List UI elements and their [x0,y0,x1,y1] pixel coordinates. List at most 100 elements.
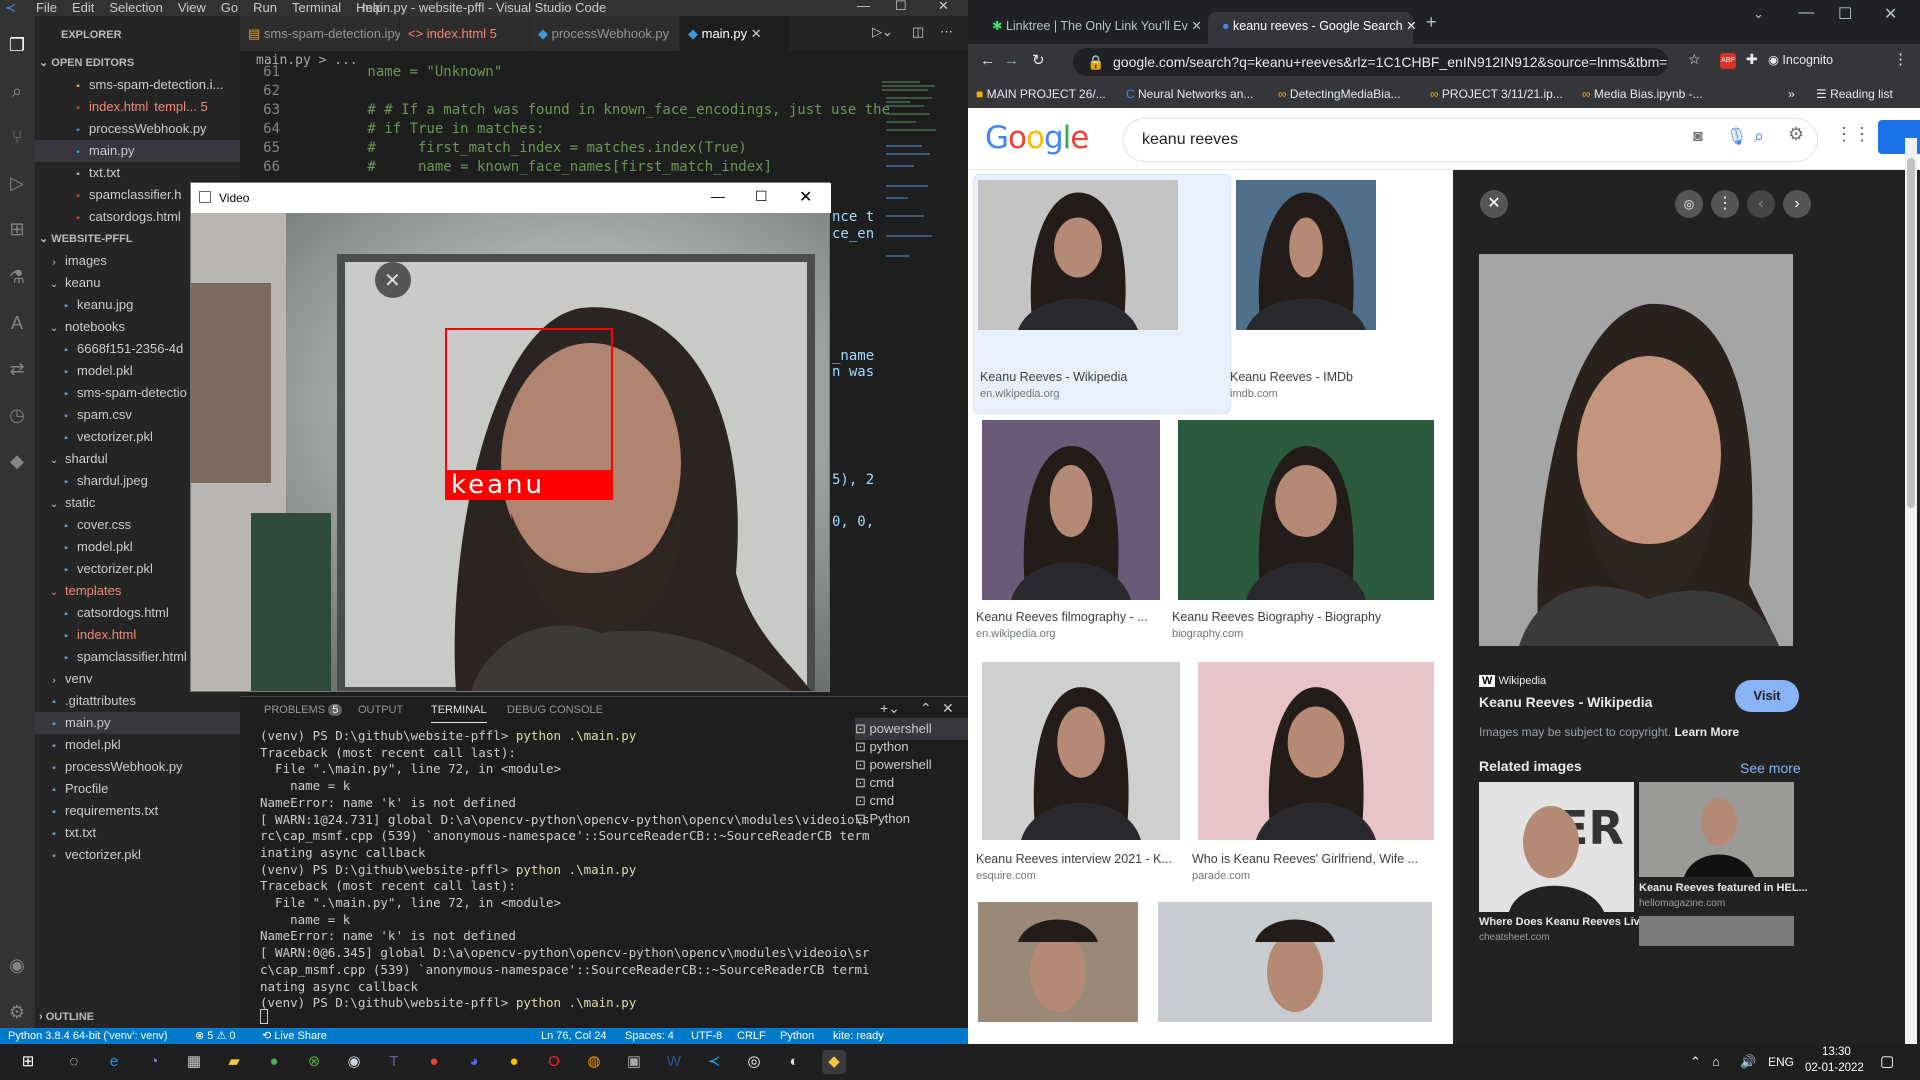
address-bar[interactable]: 🔒 google.com/search?q=keanu+reeves&rlz=1… [1073,48,1668,76]
result-image[interactable] [978,902,1138,1022]
clock-date[interactable]: 02-01-2022 [1805,1062,1864,1074]
chrome-menu-icon[interactable]: ⋮ [1893,50,1908,68]
tab-sms-spam-detection[interactable]: ▤ sms-spam-detection.ipynb [240,16,416,51]
tree-file[interactable]: ▪ Procfile [35,778,240,800]
timeline-icon[interactable]: ◷ [6,404,28,426]
code-line[interactable]: 63 # # If a match was found in known_fac… [240,101,890,120]
xbox-icon[interactable]: ⊗ [302,1050,326,1074]
github-icon[interactable]: ◎ [742,1050,766,1074]
tree-file[interactable]: ▪ model.pkl [35,734,240,756]
tree-file[interactable]: ▪ processWebhook.py [35,756,240,778]
bookmark-3[interactable]: ∞ PROJECT 3/11/21.ip... [1430,80,1563,108]
incognito-profile[interactable]: ◉ Incognito [1768,48,1833,72]
preview-title[interactable]: Keanu Reeves - Wikipedia [1479,694,1652,710]
vscode-icon[interactable]: ≺ [702,1050,726,1074]
maximize-button[interactable]: ☐ [755,188,768,205]
status-kite[interactable]: kite: ready [833,1028,884,1044]
result-image[interactable] [1178,420,1434,600]
code-line[interactable]: 65 # first_match_index = matches.index(T… [240,139,747,158]
more-options-icon[interactable]: ⋮ [1711,190,1739,218]
google-logo[interactable]: Google [985,120,1089,156]
edge-icon[interactable]: e [102,1050,126,1074]
more-bookmarks-icon[interactable]: » [1788,80,1795,108]
status-interpreter[interactable]: Python 3.8.4 64-bit ('venv': venv) [8,1028,168,1044]
minimize-button[interactable]: — [1798,4,1814,22]
close-preview-icon[interactable]: ✕ [1480,190,1508,218]
open-editor-item[interactable]: ▪ index.html templ... 5 [35,96,240,118]
related-image-1[interactable] [1639,782,1794,877]
reload-button[interactable]: ↻ [1032,51,1045,69]
windows-start-icon[interactable]: ⊞ [16,1050,40,1074]
tab-index-html[interactable]: <> index.html 5 [400,16,530,51]
tree-file[interactable]: ▪ requirements.txt [35,800,240,822]
status-problems[interactable]: ⊗ 5 ⚠ 0 [195,1028,235,1044]
tray-overflow-icon[interactable]: ⌃ [1690,1054,1701,1070]
teams-icon[interactable]: T [382,1050,406,1074]
forward-button[interactable]: → [1004,52,1019,69]
media-player-icon[interactable]: ▣ [622,1050,646,1074]
python-icon[interactable]: ◆ [6,450,28,472]
arc-icon[interactable]: ◔ [142,1050,166,1074]
status-encoding[interactable]: UTF-8 [691,1028,722,1044]
more-actions-icon[interactable]: ⋯ [940,24,953,40]
preview-source[interactable]: W Wikipedia [1479,675,1546,687]
page-scrollbar[interactable] [1905,138,1917,1044]
calculator-icon[interactable]: ▦ [182,1050,206,1074]
related-caption-1[interactable]: Keanu Reeves featured in HEL... [1639,882,1808,894]
related-caption-0[interactable]: Where Does Keanu Reeves Live... [1479,916,1655,928]
status-position[interactable]: Ln 76, Col 24 [541,1028,606,1044]
file-explorer-icon[interactable]: ▰ [222,1050,246,1074]
status-live-share[interactable]: ⟲ Live Share [262,1028,327,1044]
chrome-profile-icon[interactable]: ● [422,1050,446,1074]
testing-icon[interactable]: ⚗ [6,266,28,288]
status-eol[interactable]: CRLF [737,1028,766,1044]
bookmark-star-icon[interactable]: ☆ [1688,51,1701,68]
open-editor-item[interactable]: ▪ processWebhook.py [35,118,240,140]
preview-image[interactable] [1479,254,1793,646]
source-control-icon[interactable]: ⑂ [6,126,28,148]
word-icon[interactable]: W [662,1050,686,1074]
minimize-button[interactable]: — [857,0,870,13]
live-share-icon[interactable]: ⇄ [6,358,28,380]
visit-button[interactable]: Visit [1735,680,1799,712]
bookmark-0[interactable]: ■ MAIN PROJECT 26/... [976,80,1106,108]
result-caption[interactable]: Keanu Reeves interview 2021 - K... [976,852,1194,866]
tree-file[interactable]: ▪ .gitattributes [35,690,240,712]
result-caption[interactable]: Keanu Reeves - IMDb [1230,370,1390,384]
open-editor-item[interactable]: ▪ txt.txt [35,162,240,184]
bookmark-2[interactable]: ∞ DetectingMediaBia... [1278,80,1401,108]
extensions-icon[interactable]: ✚ [1746,51,1758,68]
run-file-icon[interactable]: ▷⌄ [872,24,893,40]
tab-process-webhook[interactable]: ◆ processWebhook.py [530,16,680,51]
search-input[interactable]: keanu reeves [1123,118,1818,162]
code-line[interactable]: 66 # name = known_face_names[first_match… [240,158,772,177]
reading-list[interactable]: ☰ Reading list [1816,80,1893,108]
result-caption[interactable]: Who is Keanu Reeves' Girlfriend, Wife ..… [1192,852,1448,866]
bookmark-4[interactable]: ∞ Media Bias.ipynb -... [1582,80,1703,108]
cortana-icon[interactable]: ◌ [62,1050,86,1074]
maximize-panel-icon[interactable]: ⌃ [920,700,932,717]
extensions-icon[interactable]: ⊞ [6,218,28,240]
chrome-alt-icon[interactable]: ● [502,1050,526,1074]
python-idle-icon[interactable]: ◆ [822,1050,846,1074]
close-panel-icon[interactable]: ✕ [942,700,954,717]
language-indicator[interactable]: ENG [1768,1055,1794,1069]
code-line[interactable]: 62 [240,82,300,101]
minimize-button[interactable]: — [711,188,725,204]
open-editor-item[interactable]: ▪ main.py [35,140,240,162]
settings-gear-icon[interactable]: ⚙ [1788,124,1804,145]
scrollbar-thumb[interactable] [1907,158,1915,508]
new-tab-button[interactable]: + [1426,12,1437,33]
account-icon[interactable]: ◉ [6,954,28,976]
bookmark-1[interactable]: C Neural Networks an... [1126,80,1253,108]
code-line[interactable]: 64 # if True in matches: [240,120,544,139]
next-image-icon[interactable]: › [1783,190,1811,218]
outline-header[interactable]: › OUTLINE [39,1006,94,1028]
result-caption[interactable]: Keanu Reeves - Wikipedia [980,370,1200,384]
result-image[interactable] [1158,902,1432,1022]
related-image-2[interactable] [1639,916,1794,946]
clock-time[interactable]: 13:30 [1822,1046,1851,1058]
status-language[interactable]: Python [780,1028,814,1044]
open-editor-item[interactable]: ▪ sms-spam-detection.i... [35,74,240,96]
lens-icon[interactable]: ◎ [1675,190,1703,218]
